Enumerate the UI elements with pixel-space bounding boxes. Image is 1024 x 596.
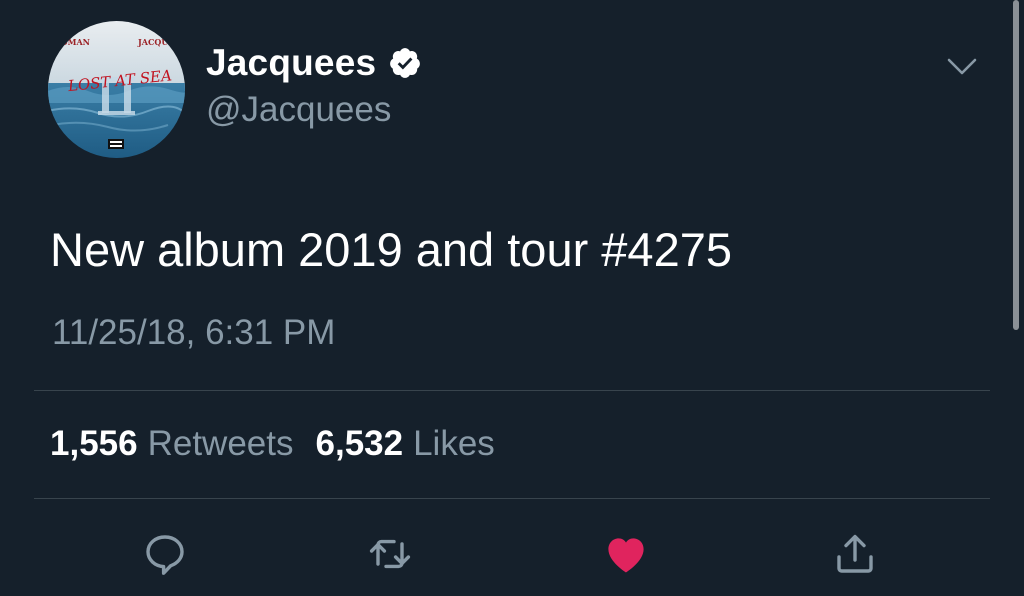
tweet-detail: RDMAN JACQUE LOST AT SEA Jacquees @Jacqu…: [0, 0, 1024, 596]
avatar-text-left: RDMAN: [54, 37, 90, 47]
user-name-row[interactable]: Jacquees: [206, 40, 422, 86]
likes-stat[interactable]: 6,532 Likes: [316, 424, 495, 464]
likes-count: 6,532: [315, 424, 404, 463]
like-button[interactable]: [602, 530, 650, 578]
retweets-stat[interactable]: 1,556 Retweets: [50, 424, 294, 464]
retweets-label: Retweets: [147, 424, 294, 463]
likes-label: Likes: [413, 424, 495, 463]
display-name[interactable]: Jacquees: [206, 42, 376, 84]
scrollbar[interactable]: [1013, 0, 1019, 330]
share-icon: [837, 534, 873, 573]
album-cover-image: RDMAN JACQUE LOST AT SEA: [48, 21, 185, 158]
divider: [34, 390, 990, 391]
divider: [34, 498, 990, 499]
verified-badge-icon: [388, 46, 422, 80]
reply-icon: [146, 535, 184, 575]
avatar[interactable]: RDMAN JACQUE LOST AT SEA: [48, 21, 185, 158]
heart-icon: [608, 538, 644, 573]
user-handle[interactable]: @Jacquees: [206, 90, 391, 130]
tweet-timestamp[interactable]: 11/25/18, 6:31 PM: [52, 313, 335, 353]
avatar-text-right: JACQUE: [137, 37, 174, 47]
tweet-text: New album 2019 and tour #4275: [50, 223, 732, 276]
retweets-count: 1,556: [50, 424, 138, 463]
retweet-icon: [369, 539, 411, 569]
share-button[interactable]: [831, 530, 879, 578]
tweet-stats: 1,556 Retweets 6,532 Likes: [50, 424, 495, 464]
chevron-down-icon[interactable]: [945, 54, 979, 80]
reply-button[interactable]: [141, 530, 189, 578]
retweet-button[interactable]: [366, 530, 414, 578]
